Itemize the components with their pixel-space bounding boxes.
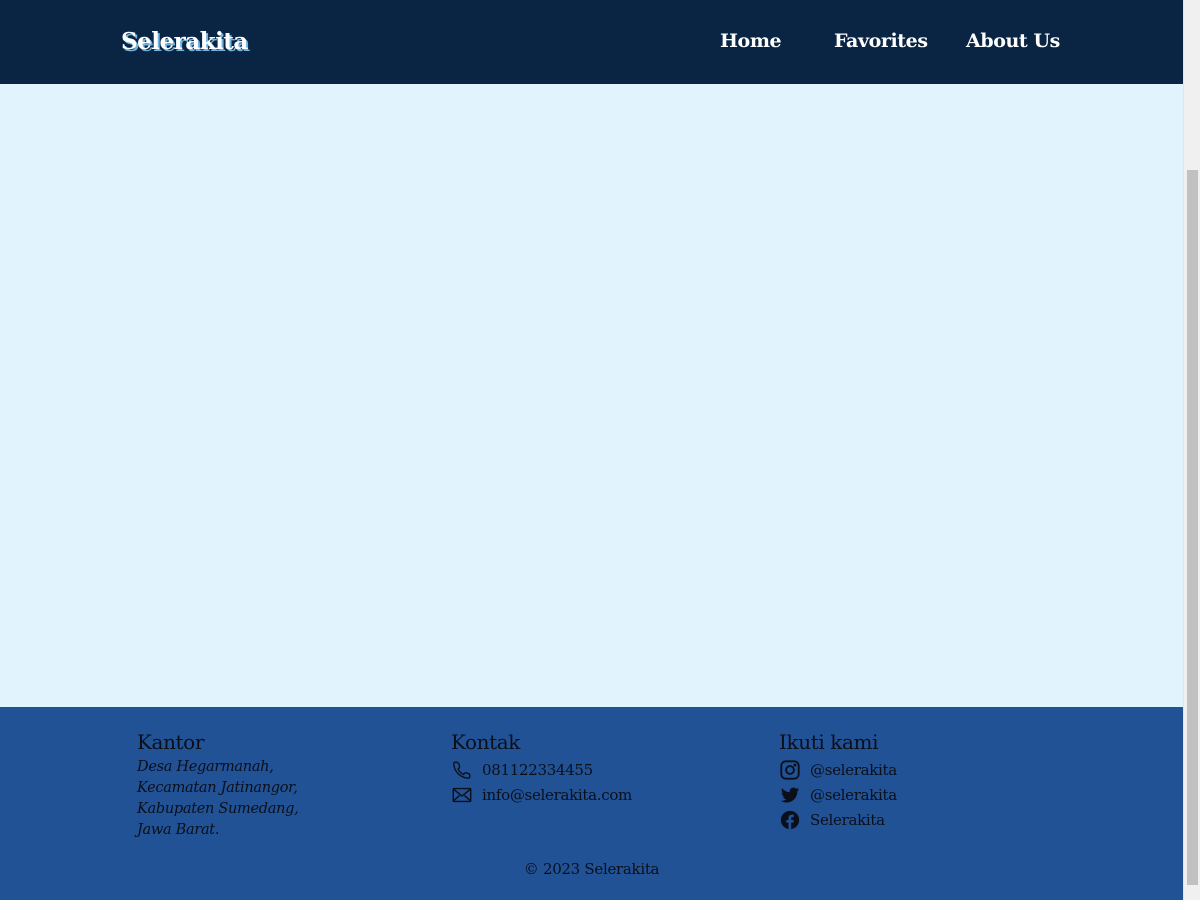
main-content — [0, 84, 1183, 707]
page: Selerakita Home Favorites About Us Kanto… — [0, 0, 1183, 900]
contact-email-row: info@selerakita.com — [451, 782, 711, 807]
copyright-text: © 2023 Selerakita — [523, 860, 660, 878]
footer-contact-section: Kontak 081122334455 info@selerakita.com — [451, 729, 711, 807]
contact-email-link[interactable]: info@selerakita.com — [482, 786, 632, 804]
nav-about-us-link[interactable]: About Us — [966, 30, 1060, 52]
vertical-scrollbar[interactable] — [1183, 0, 1200, 900]
scrollbar-thumb[interactable] — [1187, 170, 1198, 885]
instagram-link[interactable]: @selerakita — [810, 761, 897, 779]
social-heading: Ikuti kami — [779, 730, 879, 754]
address-line: Kabupaten Sumedang, — [137, 801, 299, 817]
phone-icon — [451, 759, 473, 781]
address-line: Desa Hegarmanah, — [137, 759, 274, 775]
facebook-icon — [779, 809, 801, 831]
address-line: Jawa Barat. — [137, 822, 220, 838]
twitter-icon — [779, 784, 801, 806]
facebook-link[interactable]: Selerakita — [810, 811, 885, 829]
address-line: Kecamatan Jatinangor, — [137, 780, 298, 796]
instagram-icon — [779, 759, 801, 781]
office-address: Desa Hegarmanah, Kecamatan Jatinangor, K… — [137, 757, 357, 841]
main-nav: Home Favorites About Us — [0, 30, 1183, 56]
twitter-link[interactable]: @selerakita — [810, 786, 897, 804]
contact-heading: Kontak — [451, 730, 521, 754]
mail-icon — [451, 784, 473, 806]
social-instagram-row: @selerakita — [779, 757, 1019, 782]
footer: Kantor Desa Hegarmanah, Kecamatan Jatina… — [0, 707, 1183, 900]
top-navbar: Selerakita Home Favorites About Us — [0, 0, 1183, 84]
footer-social-section: Ikuti kami @selerakita @selerakita Seler… — [779, 729, 1019, 832]
footer-office-section: Kantor Desa Hegarmanah, Kecamatan Jatina… — [137, 729, 357, 841]
social-twitter-row: @selerakita — [779, 782, 1019, 807]
social-facebook-row: Selerakita — [779, 807, 1019, 832]
nav-favorites-link[interactable]: Favorites — [834, 30, 928, 52]
contact-phone-row: 081122334455 — [451, 757, 711, 782]
contact-phone-link[interactable]: 081122334455 — [482, 761, 593, 779]
office-heading: Kantor — [137, 730, 204, 754]
nav-home-link[interactable]: Home — [720, 30, 782, 52]
